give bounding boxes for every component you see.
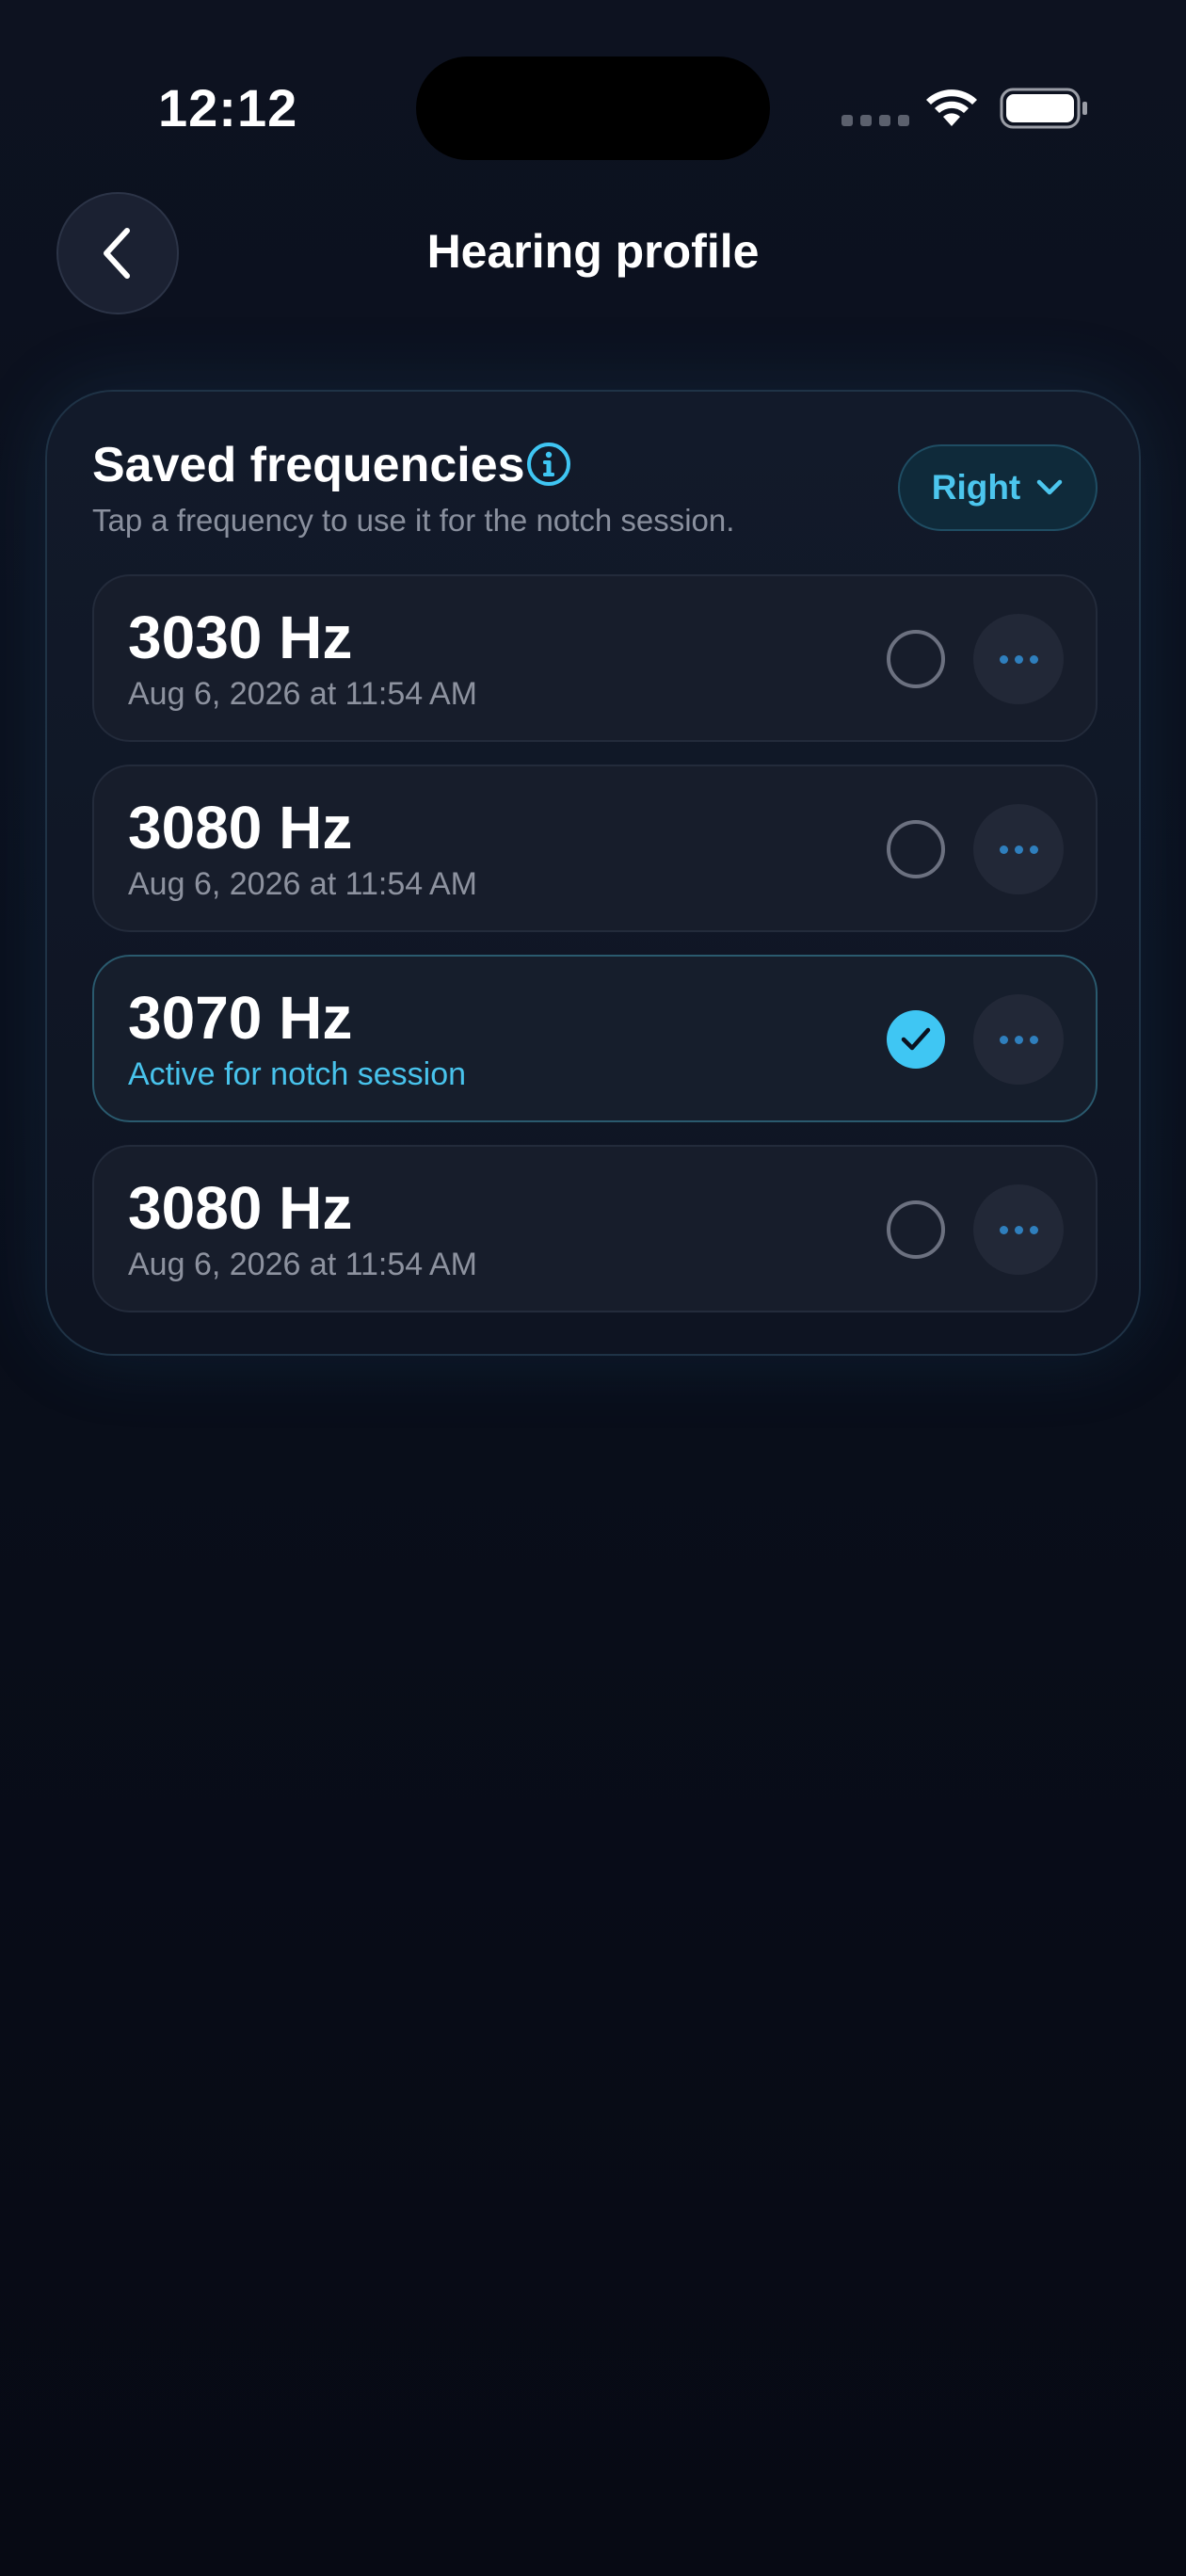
frequency-value: 3070 Hz xyxy=(128,984,353,1052)
frequency-value: 3080 Hz xyxy=(128,794,353,861)
more-dot xyxy=(1029,654,1038,664)
checkmark-icon xyxy=(901,1027,931,1051)
more-options-button[interactable] xyxy=(973,804,1064,894)
active-status-label: Active for notch session xyxy=(128,1056,467,1092)
more-dot xyxy=(999,654,1008,664)
frequency-radio[interactable] xyxy=(887,1200,945,1259)
frequency-row[interactable]: 3030 Hz Aug 6, 2026 at 11:54 AM xyxy=(92,574,1098,742)
frequency-value: 3030 Hz xyxy=(128,604,353,671)
more-dot xyxy=(999,1225,1008,1234)
info-icon[interactable] xyxy=(525,441,572,488)
frequency-saved-date: Aug 6, 2026 at 11:54 AM xyxy=(128,676,477,712)
more-options-button[interactable] xyxy=(973,994,1064,1085)
more-dot xyxy=(1029,1225,1038,1234)
wifi-icon xyxy=(926,89,977,126)
frequency-value: 3080 Hz xyxy=(128,1174,353,1242)
more-options-button[interactable] xyxy=(973,1184,1064,1275)
status-bar: 12:12 xyxy=(0,0,1186,217)
chevron-down-icon xyxy=(1037,479,1063,495)
ear-select-value: Right xyxy=(931,468,1021,507)
more-dot xyxy=(999,845,1008,854)
dynamic-island xyxy=(416,56,770,160)
more-dot xyxy=(1014,654,1023,664)
status-time: 12:12 xyxy=(158,78,298,137)
frequency-saved-date: Aug 6, 2026 at 11:54 AM xyxy=(128,1247,477,1282)
ear-select[interactable]: Right xyxy=(898,444,1098,531)
frequency-radio[interactable] xyxy=(887,630,945,688)
saved-frequencies-card: Saved frequencies Tap a frequency to use… xyxy=(45,390,1141,1356)
more-dot xyxy=(1014,1035,1023,1044)
frequency-row-active[interactable]: 3070 Hz Active for notch session xyxy=(92,955,1098,1122)
more-dot xyxy=(1029,845,1038,854)
frequency-radio[interactable] xyxy=(887,820,945,878)
cellular-signal-icon xyxy=(841,115,909,126)
more-dot xyxy=(1014,1225,1023,1234)
more-dot xyxy=(1029,1035,1038,1044)
frequency-radio-checked[interactable] xyxy=(887,1010,945,1069)
frequency-row[interactable]: 3080 Hz Aug 6, 2026 at 11:54 AM xyxy=(92,1145,1098,1312)
frequency-row[interactable]: 3080 Hz Aug 6, 2026 at 11:54 AM xyxy=(92,765,1098,932)
card-title: Saved frequencies xyxy=(92,438,525,492)
frequency-saved-date: Aug 6, 2026 at 11:54 AM xyxy=(128,866,477,902)
battery-icon xyxy=(1000,88,1087,129)
more-dot xyxy=(999,1035,1008,1044)
page-title: Hearing profile xyxy=(426,225,760,278)
card-subtitle: Tap a frequency to use it for the notch … xyxy=(92,503,735,538)
more-options-button[interactable] xyxy=(973,614,1064,704)
more-dot xyxy=(1014,845,1023,854)
